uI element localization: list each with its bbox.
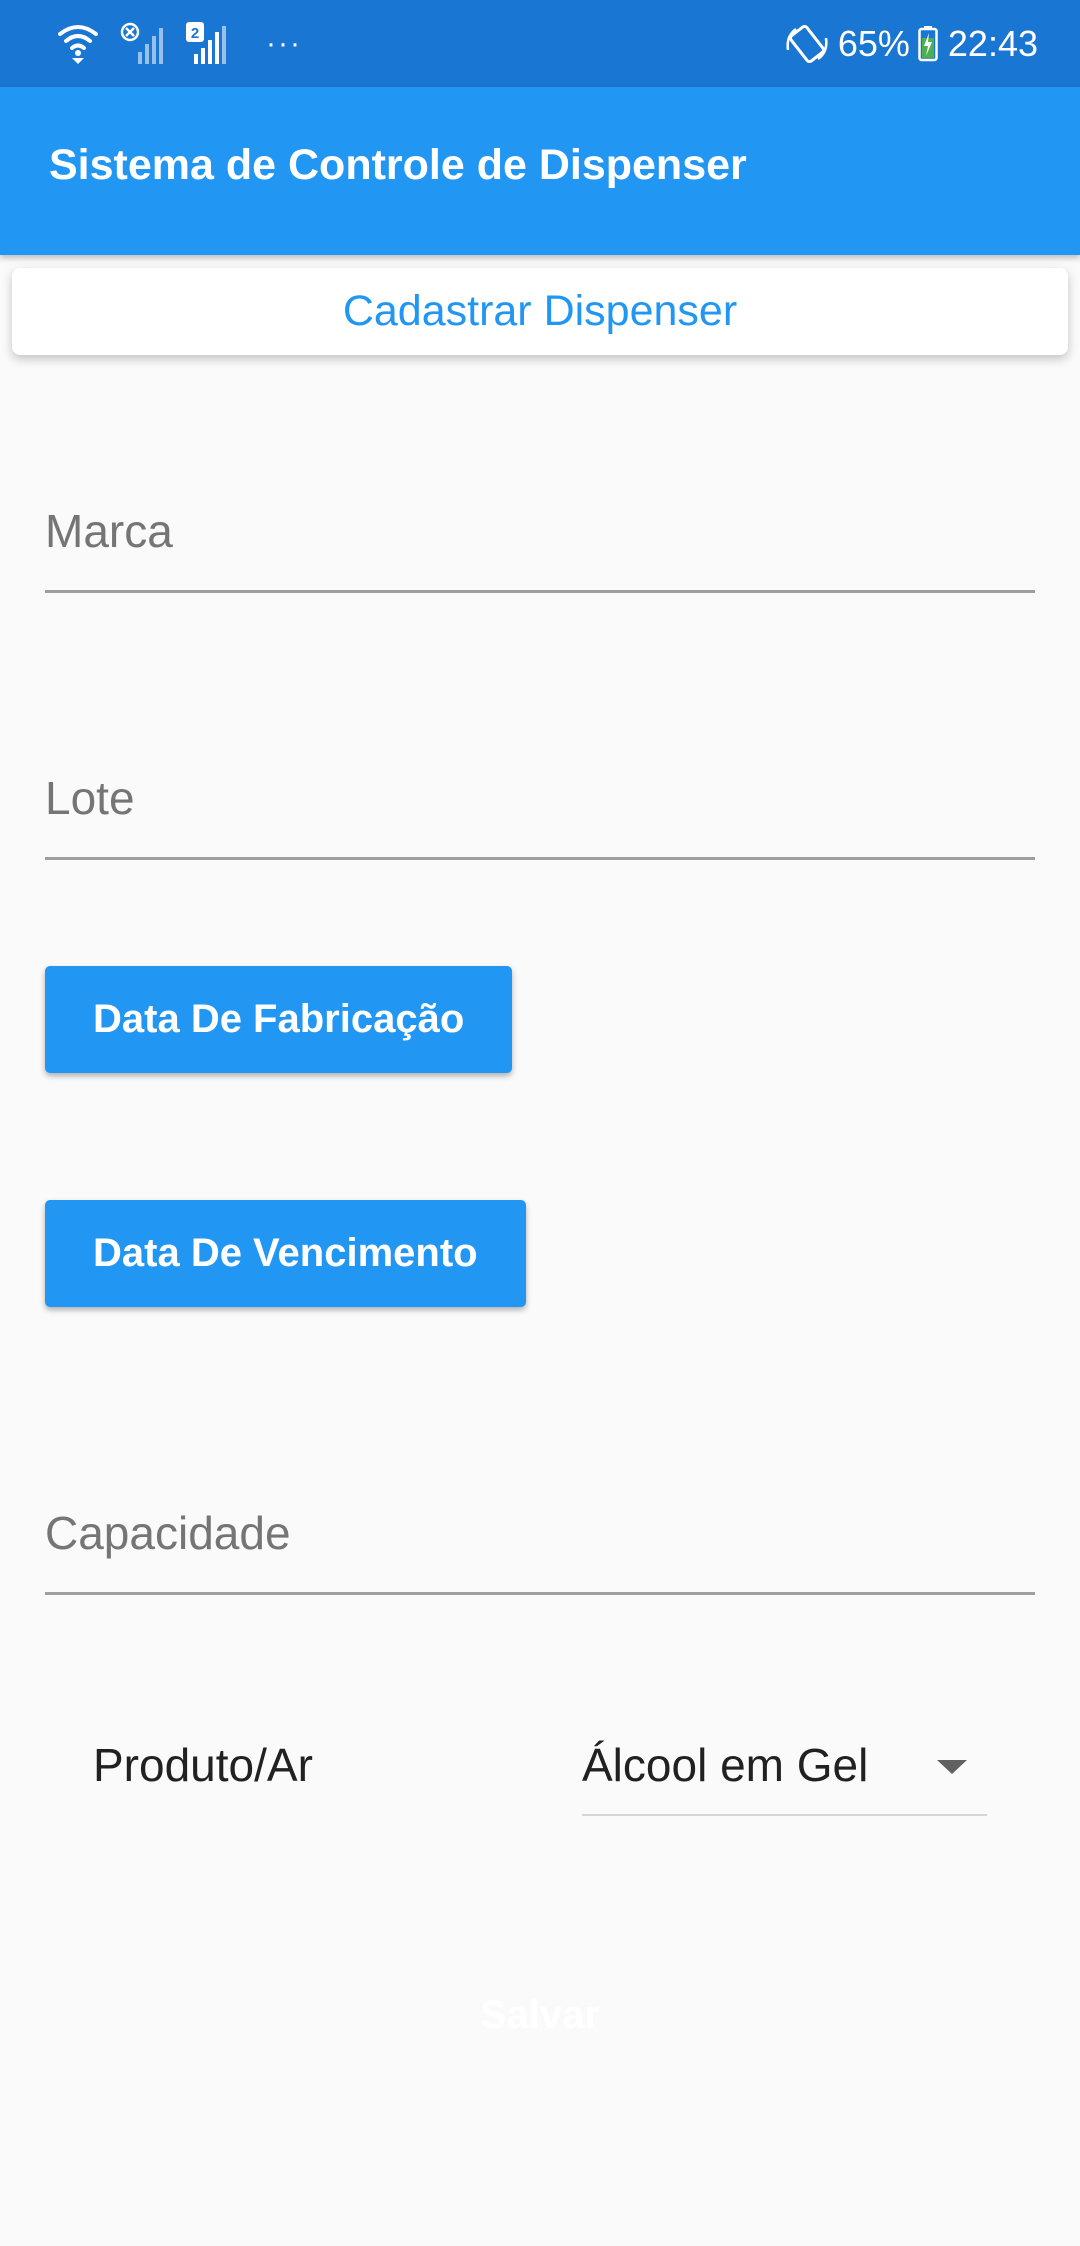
rotate-icon: [784, 24, 830, 64]
capacidade-field[interactable]: Capacidade: [45, 1482, 1035, 1595]
capacidade-label: Capacidade: [45, 1507, 291, 1559]
svg-text:2: 2: [191, 25, 199, 42]
marca-field[interactable]: Marca: [45, 480, 1035, 593]
status-left-icons: 2 ···: [58, 14, 302, 74]
produto-selected-value: Álcool em Gel: [582, 1739, 869, 1791]
more-notifications-indicator: ···: [266, 27, 302, 60]
manufacture-date-button[interactable]: Data De Fabricação: [45, 966, 513, 1073]
wifi-icon: [58, 22, 98, 66]
expiration-date-button[interactable]: Data De Vencimento: [45, 1200, 526, 1307]
status-bar: 2 ··· 65% 22:43: [0, 0, 1080, 87]
lote-label: Lote: [45, 772, 135, 824]
app-title: Sistema de Controle de Dispenser: [49, 141, 747, 189]
battery-percent: 65%: [837, 23, 910, 64]
battery-charging-icon: [918, 26, 938, 62]
lote-field[interactable]: Lote: [45, 747, 1035, 860]
status-right-icons: 65% 22:43: [784, 14, 1038, 74]
marca-label: Marca: [45, 505, 173, 557]
produto-label: Produto/Ar: [93, 1739, 313, 1791]
signal-disabled-icon: [120, 22, 164, 66]
dropdown-arrow-icon: [937, 1760, 967, 1779]
produto-dropdown[interactable]: Álcool em Gel: [582, 1718, 987, 1816]
signal-sim2-icon: 2: [186, 22, 232, 66]
clock: 22:43: [947, 23, 1038, 64]
register-dispenser-tab[interactable]: Cadastrar Dispenser: [12, 268, 1068, 355]
app-bar: Sistema de Controle de Dispenser: [0, 87, 1080, 255]
save-button[interactable]: Salvar: [440, 1985, 640, 2045]
